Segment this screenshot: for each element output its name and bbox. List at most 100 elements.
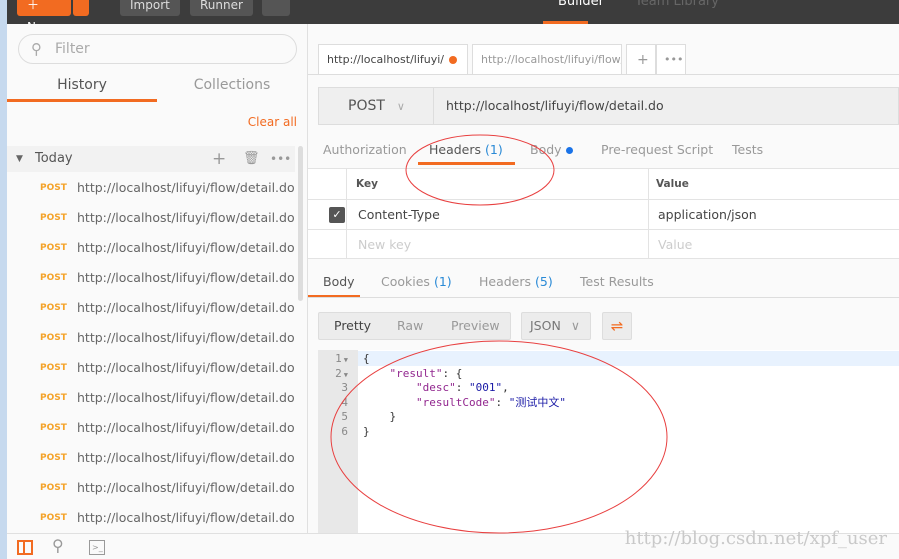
response-tab-test-results[interactable]: Test Results [580,268,654,298]
method-badge: POST [40,453,67,463]
trash-icon[interactable]: 🗑 [243,146,260,172]
history-url: http://localhost/lifuyi/flow/detail.do [77,450,295,465]
tab-headers[interactable]: Headers (1) [418,137,515,165]
history-item[interactable]: POST http://localhost/lifuyi/flow/detail.… [7,383,295,413]
view-mode-group: Pretty Raw Preview [318,312,511,340]
history-item[interactable]: POST http://localhost/lifuyi/flow/detail.… [7,413,295,443]
view-raw-button[interactable]: Raw [397,313,423,339]
history-item[interactable]: POST http://localhost/lifuyi/flow/detail.… [7,353,295,383]
code-line: } [363,410,397,423]
history-url: http://localhost/lifuyi/flow/detail.do [77,510,295,525]
top-bar: ＋ New Import Runner Builder Team Library [7,0,899,34]
code-line: "resultCode": "测试中文" [415,395,566,409]
line-number: 2 ▼ [335,366,348,380]
search-icon[interactable]: ⚲ [52,536,64,555]
history-url: http://localhost/lifuyi/flow/detail.do [77,210,295,225]
chevron-down-icon: ∨ [396,100,405,113]
header-value-input[interactable]: application/json [650,200,757,230]
tab-body[interactable]: Body [530,137,573,165]
response-tab-headers[interactable]: Headers (5) [479,268,553,298]
header-key-input[interactable]: Content-Type [350,200,440,230]
history-item[interactable]: POST http://localhost/lifuyi/flow/detail.… [7,323,295,353]
view-preview-button[interactable]: Preview [451,313,500,339]
tab-collections[interactable]: Collections [157,68,307,102]
history-url: http://localhost/lifuyi/flow/detail.do [77,390,295,405]
tab-team-library[interactable]: Team Library [635,0,719,9]
new-dropdown-button[interactable] [73,0,89,16]
tab-more-button[interactable]: ••• [656,44,686,75]
wrap-lines-icon[interactable]: ⇌ [602,312,632,340]
method-badge: POST [40,273,67,283]
divider [308,297,899,298]
url-bar: POST ∨ http://localhost/lifuyi/flow/detai… [318,87,899,125]
new-key-input[interactable]: New key [350,230,411,260]
tab-pre-request-script[interactable]: Pre-request Script [601,137,713,165]
method-badge: POST [40,243,67,253]
view-pretty-button[interactable]: Pretty [334,313,371,339]
method-badge: POST [40,393,67,403]
sidebar-toggle-icon[interactable] [17,540,33,555]
method-badge: POST [40,513,67,523]
line-number: 1 ▼ [335,352,348,365]
import-button[interactable]: Import [120,0,180,16]
method-select[interactable]: POST ∨ [319,88,434,124]
sidebar: ⚲ Filter History Collections Clear all ▼… [7,24,308,533]
tab-history[interactable]: History [7,68,157,102]
history-group-today[interactable]: ▼ Today + 🗑 ••• [7,146,295,172]
active-line [358,351,899,366]
method-badge: POST [40,363,67,373]
console-icon[interactable]: >_ [89,540,105,555]
line-number: 5 [341,410,348,423]
line-number: 3 [341,381,348,394]
clear-all-link[interactable]: Clear all [248,115,297,129]
header-enabled-checkbox[interactable]: ✓ [329,207,345,223]
filter-input[interactable]: ⚲ Filter [18,34,297,64]
chevron-down-icon: ∨ [570,318,580,333]
history-item[interactable]: POST http://localhost/lifuyi/flow/detail.… [7,443,295,473]
history-url: http://localhost/lifuyi/flow/detail.do [77,300,295,315]
history-item[interactable]: POST http://localhost/lifuyi/flow/detail.… [7,503,295,533]
new-window-button[interactable] [262,0,290,16]
sidebar-scrollbar[interactable] [298,146,303,301]
code-line: "desc": "001", [415,381,509,394]
more-icon[interactable]: ••• [270,146,291,172]
history-url: http://localhost/lifuyi/flow/detail.do [77,270,295,285]
method-badge: POST [40,333,67,343]
method-badge: POST [40,213,67,223]
tab-tests[interactable]: Tests [732,137,763,165]
new-value-input[interactable]: Value [650,230,692,260]
key-column-header: Key [356,178,378,190]
response-editor[interactable]: 1 ▼ {2 ▼ "result": {3 "desc": "001", 4 "resu… [318,350,899,533]
history-item[interactable]: POST http://localhost/lifuyi/flow/detail.… [7,233,295,263]
value-column-header: Value [656,178,689,190]
line-number: 4 [341,395,348,409]
tab-builder[interactable]: Builder [558,0,604,9]
request-tab-active[interactable]: http://localhost/lifuyi/ [318,44,468,75]
watermark: http://blog.csdn.net/xpf_user [624,528,887,549]
response-tab-cookies[interactable]: Cookies (1) [381,268,452,298]
history-item[interactable]: POST http://localhost/lifuyi/flow/detail.… [7,173,295,203]
history-url: http://localhost/lifuyi/flow/detail.do [77,420,295,435]
history-item[interactable]: POST http://localhost/lifuyi/flow/detail.… [7,203,295,233]
history-url: http://localhost/lifuyi/flow/detail.do [77,360,295,375]
method-badge: POST [40,483,67,493]
tab-authorization[interactable]: Authorization [323,137,407,165]
history-item[interactable]: POST http://localhost/lifuyi/flow/detail.… [7,473,295,503]
history-item[interactable]: POST http://localhost/lifuyi/flow/detail.… [7,293,295,323]
history-item[interactable]: POST http://localhost/lifuyi/flow/detail.… [7,263,295,293]
body-dot-icon [565,147,573,154]
new-button[interactable]: ＋ New [17,0,71,34]
line-number: 6 [341,424,348,438]
add-icon[interactable]: + [212,146,226,172]
history-url: http://localhost/lifuyi/flow/detail.do [77,480,295,495]
runner-button[interactable]: Runner [190,0,253,16]
request-tab[interactable]: http://localhost/lifuyi/flow/c [472,44,622,75]
history-url: http://localhost/lifuyi/flow/detail.do [77,240,295,255]
new-tab-button[interactable]: + [626,44,656,75]
code-line: } [363,424,370,438]
url-input[interactable]: http://localhost/lifuyi/flow/detail.do [446,88,664,124]
format-select[interactable]: JSON ∨ [521,312,591,340]
code-line: "result": { [389,366,463,380]
fold-icon: ▼ [343,370,348,379]
response-tab-body[interactable]: Body [308,268,360,298]
